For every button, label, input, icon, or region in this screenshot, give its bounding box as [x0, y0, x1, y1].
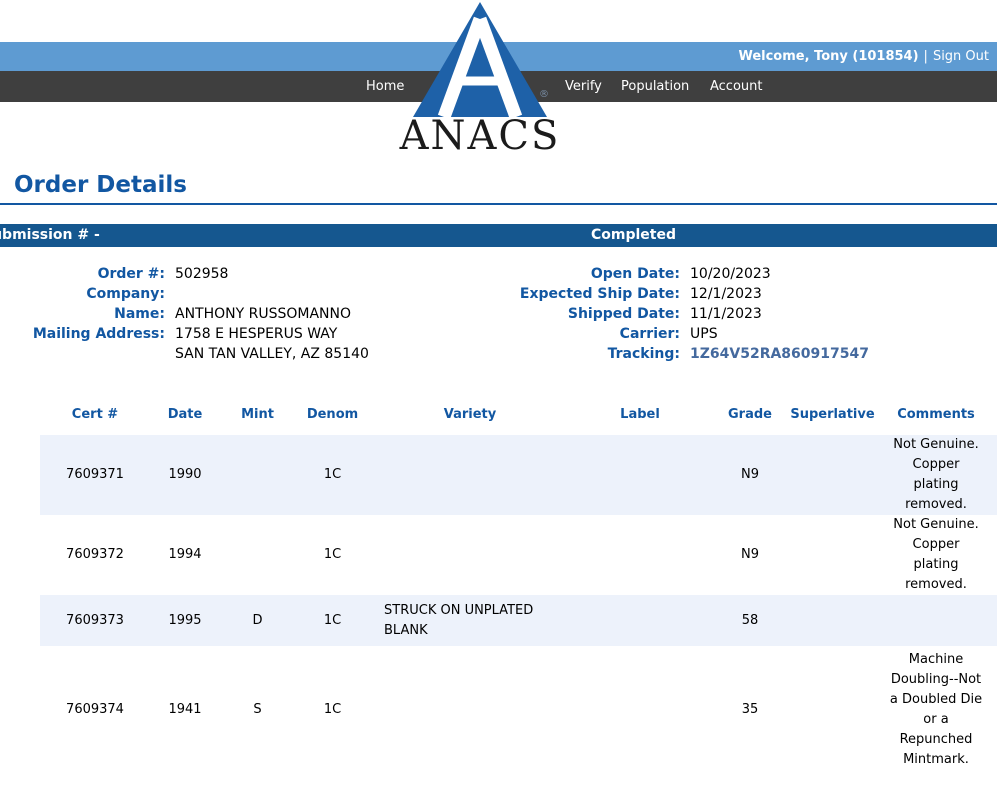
col-header-denom: Denom [295, 393, 370, 435]
nav-item-account[interactable]: Account [710, 71, 763, 102]
label-cell [570, 646, 710, 774]
carrier-row: Carrier: UPS [420, 324, 869, 344]
welcome-text: Welcome, Tony (101854) [738, 49, 918, 64]
mint-cell [220, 435, 295, 515]
mailing-address-line2: SAN TAN VALLEY, AZ 85140 [175, 344, 369, 364]
cert-cell: 7609373 [40, 595, 150, 646]
comments-cell [875, 595, 997, 646]
table-row: 7609373 1995 D 1C STRUCK ON UNPLATED BLA… [40, 595, 997, 646]
col-header-grade: Grade [710, 393, 790, 435]
company-label: Company: [0, 284, 165, 304]
submission-status-bar: Submission # - Completed [0, 224, 997, 247]
registered-trademark-icon: ® [539, 89, 549, 100]
mint-cell: D [220, 595, 295, 646]
order-info-right: Open Date: 10/20/2023 Expected Ship Date… [420, 264, 869, 364]
order-details-page: Welcome, Tony (101854) | Sign Out Home V… [0, 0, 997, 790]
col-header-cert: Cert # [40, 393, 150, 435]
label-cell [570, 435, 710, 515]
date-cell: 1994 [150, 515, 220, 595]
table-row: 7609371 1990 1C N9 Not Genuine. Copper p… [40, 435, 997, 515]
anacs-logo[interactable]: ANACS ® [398, 2, 562, 160]
date-cell: 1995 [150, 595, 220, 646]
anacs-wordmark: ANACS [398, 115, 562, 157]
col-header-comments: Comments [875, 393, 997, 435]
open-date-value: 10/20/2023 [690, 264, 771, 284]
expected-ship-date-label: Expected Ship Date: [420, 284, 680, 304]
mailing-address-label: Mailing Address: [0, 324, 165, 344]
order-number-row: Order #: 502958 [0, 264, 369, 284]
col-header-date: Date [150, 393, 220, 435]
superlative-cell [790, 646, 875, 774]
comments-cell: Machine Doubling--Not a Doubled Die or a… [875, 646, 997, 774]
table-header-row: Cert # Date Mint Denom Variety Label Gra… [40, 393, 997, 435]
col-header-superlative: Superlative [790, 393, 875, 435]
shipped-date-value: 11/1/2023 [690, 304, 762, 324]
superlative-cell [790, 435, 875, 515]
mailing-address-row2: SAN TAN VALLEY, AZ 85140 [0, 344, 369, 364]
denom-cell: 1C [295, 435, 370, 515]
cert-cell: 7609371 [40, 435, 150, 515]
mailing-address-row: Mailing Address: 1758 E HESPERUS WAY [0, 324, 369, 344]
tracking-row: Tracking: 1Z64V52RA860917547 [420, 344, 869, 364]
denom-cell: 1C [295, 515, 370, 595]
cert-cell: 7609374 [40, 646, 150, 774]
order-number-label: Order #: [0, 264, 165, 284]
superlative-cell [790, 515, 875, 595]
welcome-separator: | [924, 49, 928, 64]
expected-ship-date-value: 12/1/2023 [690, 284, 762, 304]
shipped-date-row: Shipped Date: 11/1/2023 [420, 304, 869, 324]
comments-cell: Not Genuine. Copper plating removed. [875, 435, 997, 515]
submission-items-table: Cert # Date Mint Denom Variety Label Gra… [40, 393, 997, 774]
name-value: ANTHONY RUSSOMANNO [175, 304, 351, 324]
comments-cell: Not Genuine. Copper plating removed. [875, 515, 997, 595]
submission-number-label: Submission # - [0, 224, 100, 247]
grade-cell: N9 [710, 435, 790, 515]
mint-cell: S [220, 646, 295, 774]
grade-cell: 58 [710, 595, 790, 646]
order-info-left: Order #: 502958 Company: Name: ANTHONY R… [0, 264, 369, 364]
table-row: 7609374 1941 S 1C 35 Machine Doubling--N… [40, 646, 997, 774]
date-cell: 1990 [150, 435, 220, 515]
variety-cell [370, 646, 570, 774]
order-number-value: 502958 [175, 264, 228, 284]
variety-cell: STRUCK ON UNPLATED BLANK [370, 595, 570, 646]
company-row: Company: [0, 284, 369, 304]
name-row: Name: ANTHONY RUSSOMANNO [0, 304, 369, 324]
nav-item-population[interactable]: Population [621, 71, 689, 102]
table-row: 7609372 1994 1C N9 Not Genuine. Copper p… [40, 515, 997, 595]
variety-cell [370, 515, 570, 595]
tracking-label: Tracking: [420, 344, 680, 364]
sign-out-link[interactable]: Sign Out [933, 49, 989, 64]
label-cell [570, 595, 710, 646]
denom-cell: 1C [295, 646, 370, 774]
name-label: Name: [0, 304, 165, 324]
cert-cell: 7609372 [40, 515, 150, 595]
variety-cell [370, 435, 570, 515]
col-header-variety: Variety [370, 393, 570, 435]
open-date-label: Open Date: [420, 264, 680, 284]
superlative-cell [790, 595, 875, 646]
shipped-date-label: Shipped Date: [420, 304, 680, 324]
expected-ship-date-row: Expected Ship Date: 12/1/2023 [420, 284, 869, 304]
carrier-value: UPS [690, 324, 718, 344]
col-header-label: Label [570, 393, 710, 435]
title-divider [0, 203, 997, 205]
anacs-triangle-icon [413, 2, 547, 117]
tracking-number-link[interactable]: 1Z64V52RA860917547 [690, 346, 869, 362]
label-cell [570, 515, 710, 595]
page-title: Order Details [14, 172, 187, 198]
date-cell: 1941 [150, 646, 220, 774]
mint-cell [220, 515, 295, 595]
mailing-address-line1: 1758 E HESPERUS WAY [175, 324, 337, 344]
nav-item-verify[interactable]: Verify [565, 71, 602, 102]
carrier-label: Carrier: [420, 324, 680, 344]
status-badge: Completed [270, 224, 997, 247]
open-date-row: Open Date: 10/20/2023 [420, 264, 869, 284]
grade-cell: N9 [710, 515, 790, 595]
denom-cell: 1C [295, 595, 370, 646]
grade-cell: 35 [710, 646, 790, 774]
col-header-mint: Mint [220, 393, 295, 435]
